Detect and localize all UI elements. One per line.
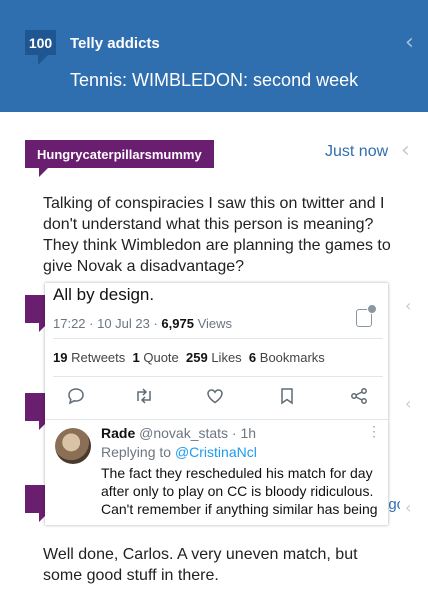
quote-count: 1 [132,350,140,365]
share-icon [349,387,369,407]
chevron-left-icon[interactable]: ‹ [405,32,414,54]
more-icon: ⋮ [367,423,381,439]
thread-header: 100 Telly addicts Tennis: WIMBLEDON: sec… [0,0,428,112]
post-body: Talking of conspiracies I saw this on tw… [43,195,391,275]
avatar [55,428,91,464]
post-count: 100 [28,34,53,51]
bookmark-icon [277,387,297,407]
tweet-views-count: 6,975 [161,316,194,331]
chevron-left-icon[interactable]: ‹ [401,140,410,162]
divider [53,376,383,377]
retweet-icon [134,387,154,407]
tweet-timestamp: 17:22 · 10 Jul 23 · [53,316,162,331]
tweet-stats: 19 Retweets 1 Quote 259 Likes 6 Bookmark… [53,350,325,365]
reply-body: The fact they rescheduled his match for … [101,465,378,517]
reply-author-handle: @novak_stats · 1h [135,425,257,441]
replying-to-handle: @CristinaNcl [174,444,257,460]
post-time: Just now [325,143,389,160]
likes-label: Likes [207,350,242,365]
analytics-icon [356,304,377,327]
divider [45,419,388,420]
replying-prefix: Replying to [101,444,175,460]
thread-title: Tennis: WIMBLEDON: second week [70,70,359,90]
tweet-actions [53,387,383,409]
tweet-meta: 17:22 · 10 Jul 23 · 6,975 Views [53,316,232,331]
chevron-left-icon[interactable]: ‹ [405,500,411,516]
username[interactable]: Hungrycaterpillarsmummy [37,147,202,162]
divider [53,338,383,339]
retweets-count: 19 [53,350,68,365]
chevron-left-icon[interactable]: ‹ [405,298,411,314]
likes-count: 259 [186,350,208,365]
post-body: Well done, Carlos. A very uneven match, … [43,546,358,584]
username-tag[interactable] [25,393,48,430]
chevron-left-icon[interactable]: ‹ [405,396,411,412]
reply-author: Rade @novak_stats · 1h [101,425,256,441]
like-icon [205,387,225,407]
username-tag[interactable]: Hungrycaterpillarsmummy [25,140,214,177]
tweet-text: All by design. [53,285,155,304]
bookmarks-label: Bookmarks [256,350,325,365]
retweets-label: Retweets [67,350,126,365]
replying-to: Replying to @CristinaNcl [101,444,257,460]
tweet-views-label: Views [193,316,233,331]
embedded-tweet-image[interactable]: All by design. 17:22 · 10 Jul 23 · 6,975… [45,283,388,525]
post-count-badge: 100 [25,30,56,65]
reply-author-name: Rade [101,425,136,441]
forum-name[interactable]: Telly addicts [70,35,160,52]
reply-icon [66,387,86,407]
username-tag[interactable] [25,295,48,332]
quote-label: Quote [139,350,179,365]
